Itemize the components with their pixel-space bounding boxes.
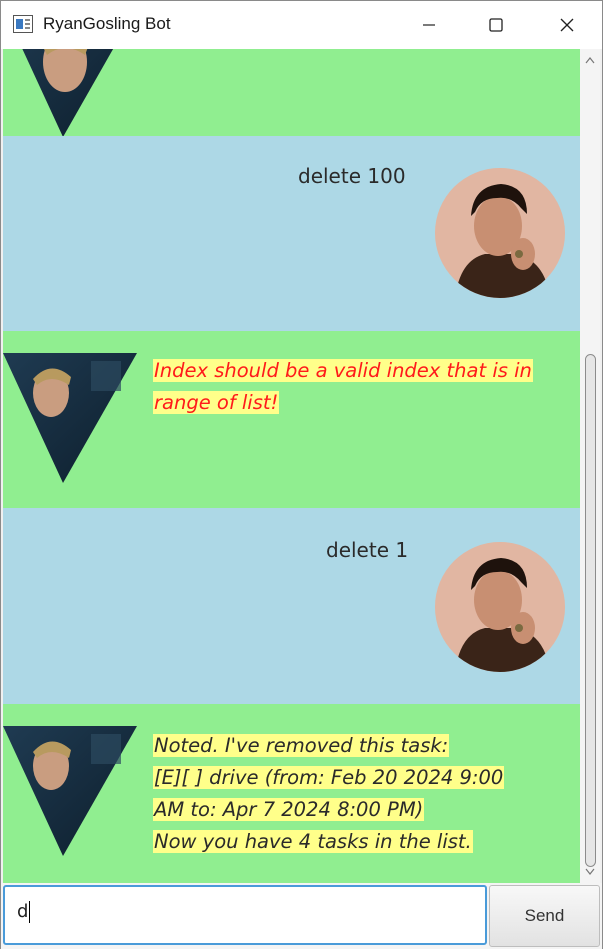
- close-icon: [560, 18, 574, 32]
- window-title: RyanGosling Bot: [43, 14, 171, 33]
- scroll-down-button[interactable]: [580, 863, 600, 881]
- bot-message-line: range of list!: [153, 391, 280, 414]
- user-avatar: [435, 168, 565, 298]
- user-message-text: delete 1: [326, 538, 409, 562]
- dialog-box-user: delete 1: [3, 508, 580, 704]
- bot-message-text: Noted. I've removed this task: [E][ ] dr…: [153, 730, 505, 858]
- bot-message-line: Now you have 4 tasks in the list.: [153, 830, 473, 853]
- maximize-icon: [489, 18, 503, 32]
- user-avatar-image: [435, 542, 565, 672]
- dialog-box-bot-partial: [3, 49, 580, 137]
- bot-message-line: Noted. I've removed this task:: [153, 734, 450, 757]
- bot-message-line: [E][ ] drive (from: Feb 20 2024 9:00: [153, 766, 505, 789]
- bot-avatar: [3, 353, 137, 483]
- vertical-scrollbar[interactable]: [580, 49, 600, 883]
- bot-avatar: [22, 49, 114, 137]
- maximize-button[interactable]: [461, 1, 531, 49]
- minimize-icon: [423, 24, 435, 26]
- bot-message-line: Index should be a valid index that is in: [153, 359, 533, 382]
- user-input-field[interactable]: d: [3, 885, 487, 945]
- dialog-box-bot: Index should be a valid index that is in…: [3, 331, 580, 508]
- bot-message-line: AM to: Apr 7 2024 8:00 PM): [153, 798, 425, 821]
- minimize-button[interactable]: [394, 1, 464, 49]
- user-avatar: [435, 542, 565, 672]
- scroll-up-button[interactable]: [580, 51, 600, 69]
- chevron-up-icon: [585, 57, 595, 64]
- user-input-value: d: [17, 901, 29, 922]
- bot-avatar: [3, 726, 137, 856]
- app-window-icon: [13, 15, 33, 33]
- send-button[interactable]: Send: [489, 885, 600, 947]
- input-bar: d Send: [1, 883, 602, 949]
- user-message-text: delete 100: [298, 164, 406, 188]
- scrollbar-thumb[interactable]: [585, 354, 596, 867]
- bot-message-text: Index should be a valid index that is in…: [153, 355, 533, 419]
- title-bar[interactable]: RyanGosling Bot: [1, 1, 602, 49]
- text-caret: [29, 901, 31, 923]
- chat-scroll-pane[interactable]: delete 100 Index should be a valid index…: [3, 49, 580, 883]
- chevron-down-icon: [585, 868, 595, 875]
- app-window: RyanGosling Bot delete 100 Index should …: [0, 0, 603, 949]
- user-avatar-image: [435, 168, 565, 298]
- dialog-box-user: delete 100: [3, 136, 580, 331]
- close-button[interactable]: [532, 1, 602, 49]
- dialog-box-bot: Noted. I've removed this task: [E][ ] dr…: [3, 704, 580, 883]
